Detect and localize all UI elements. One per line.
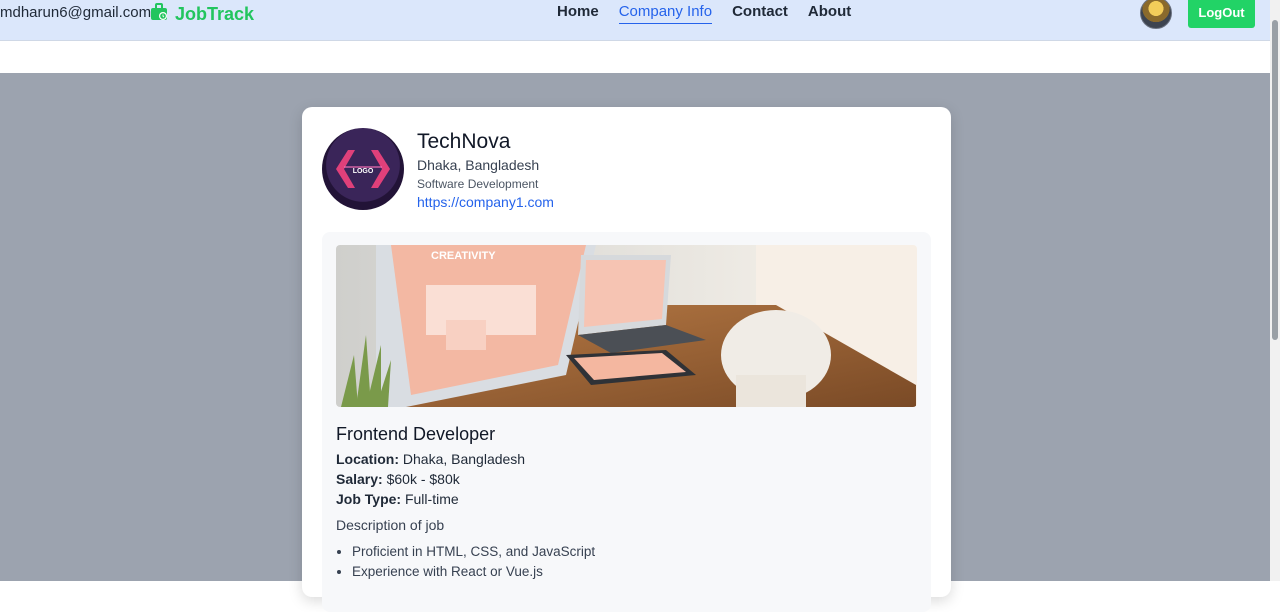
- top-navbar: mdharun6@gmail.com JobTrack Home Company…: [0, 0, 1270, 41]
- briefcase-icon: [149, 2, 169, 27]
- list-item: Experience with React or Vue.js: [352, 564, 595, 579]
- company-logo: LOGO: [322, 128, 404, 210]
- scrollbar-thumb[interactable]: [1272, 20, 1278, 340]
- job-salary: Salary: $60k - $80k: [336, 471, 460, 487]
- job-salary-value: $60k - $80k: [386, 471, 460, 487]
- nav-link-home[interactable]: Home: [557, 3, 599, 24]
- nav-link-contact[interactable]: Contact: [732, 3, 788, 24]
- company-industry: Software Development: [417, 177, 539, 191]
- nav-links: Home Company Info Contact About: [557, 3, 871, 24]
- job-salary-label: Salary:: [336, 471, 383, 487]
- job-title: Frontend Developer: [336, 424, 496, 444]
- job-type-label: Job Type:: [336, 491, 402, 507]
- job-requirements-list: Proficient in HTML, CSS, and JavaScript …: [336, 544, 595, 584]
- job-image-banner-text: CREATIVITY: [431, 250, 496, 262]
- job-location: Location: Dhaka, Bangladesh: [336, 451, 525, 467]
- job-card: CREATIVITY Frontend Developer Location: …: [322, 232, 931, 612]
- company-location: Dhaka, Bangladesh: [417, 157, 540, 173]
- company-name: TechNova: [417, 130, 511, 153]
- user-email: mdharun6@gmail.com: [0, 4, 152, 21]
- brand-logo[interactable]: JobTrack: [149, 2, 255, 27]
- job-type: Job Type: Full-time: [336, 491, 459, 507]
- job-description: Description of job: [336, 517, 445, 533]
- job-type-value: Full-time: [404, 491, 459, 507]
- company-website-link[interactable]: https://company1.com: [417, 194, 554, 210]
- nav-link-about[interactable]: About: [808, 3, 851, 24]
- list-item: Proficient in HTML, CSS, and JavaScript: [352, 544, 595, 559]
- job-location-value: Dhaka, Bangladesh: [402, 451, 526, 467]
- logout-button[interactable]: LogOut: [1188, 0, 1255, 28]
- user-avatar[interactable]: [1140, 0, 1172, 29]
- company-logo-text: LOGO: [353, 168, 374, 175]
- job-location-label: Location:: [336, 451, 399, 467]
- page-scrollbar[interactable]: [1270, 0, 1280, 581]
- nav-link-company-info[interactable]: Company Info: [618, 3, 713, 24]
- brand-name: JobTrack: [175, 3, 255, 24]
- company-info-modal: LOGO TechNova Dhaka, Bangladesh Software…: [302, 107, 951, 612]
- job-image: CREATIVITY: [336, 245, 917, 407]
